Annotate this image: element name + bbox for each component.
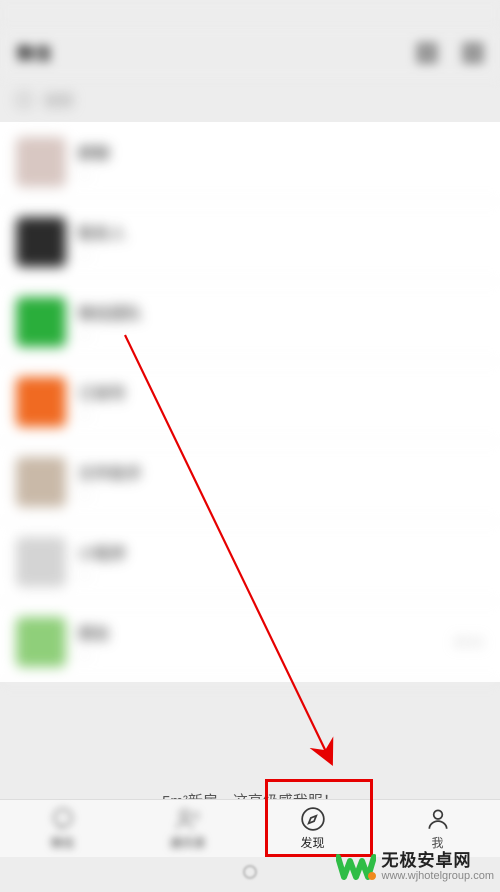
chat-text: 群聊 ··· [78, 140, 484, 183]
chat-list: 群聊 ··· 联系人 ··· 微信团队 ··· 订阅号 ··· 文件助手 ··· 小程序 ··· 朋友 ·… [0, 122, 500, 682]
chat-sub: ··· [78, 488, 484, 503]
tab-contacts-label: 通讯录 [169, 834, 205, 851]
chat-item[interactable]: 订阅号 ··· [0, 362, 500, 442]
chat-name: 联系人 [78, 220, 484, 244]
chat-item[interactable]: 小程序 ··· [0, 522, 500, 602]
chat-item[interactable]: 朋友 ···20:21 [0, 602, 500, 682]
chat-text: 订阅号 ··· [78, 380, 484, 423]
avatar [16, 457, 66, 507]
avatar [16, 137, 66, 187]
chat-sub: ··· [78, 408, 484, 423]
search-placeholder: 搜索 [44, 90, 74, 111]
chat-sub: ··· [78, 248, 484, 263]
android-nav-indicator [243, 865, 257, 879]
add-icon[interactable] [462, 42, 484, 64]
header-actions [416, 42, 484, 64]
avatar [16, 377, 66, 427]
chat-item[interactable]: 文件助手 ··· [0, 442, 500, 522]
chat-name: 朋友 [78, 620, 454, 644]
chat-icon [50, 806, 76, 832]
chat-sub: ··· [78, 568, 484, 583]
tab-chat[interactable]: 微信 [0, 800, 125, 857]
chat-item[interactable]: 微信团队 ··· [0, 282, 500, 362]
search-icon [16, 92, 32, 108]
watermark-url: www.wjhotelgroup.com [382, 870, 495, 882]
chat-text: 微信团队 ··· [78, 300, 484, 343]
search-bar[interactable]: 搜索 [0, 78, 500, 122]
watermark-title: 无极安卓网 [382, 852, 495, 871]
chat-text: 文件助手 ··· [78, 460, 484, 503]
person-icon [425, 806, 451, 832]
chat-name: 订阅号 [78, 380, 484, 404]
chat-name: 文件助手 [78, 460, 484, 484]
chat-time: 20:21 [454, 635, 484, 649]
tab-discover-label: 发现 [300, 834, 324, 851]
chat-text: 朋友 ··· [78, 620, 454, 663]
chat-name: 小程序 [78, 540, 484, 564]
avatar [16, 217, 66, 267]
contacts-icon [175, 806, 201, 832]
tab-contacts[interactable]: 通讯录 [125, 800, 250, 857]
status-bar [0, 0, 500, 28]
header-title: 微信 [16, 40, 52, 66]
watermark-logo [336, 847, 376, 887]
watermark: 无极安卓网 www.wjhotelgroup.com [336, 847, 495, 887]
chat-sub: ··· [78, 648, 454, 663]
app-header: 微信 [0, 28, 500, 78]
avatar [16, 617, 66, 667]
search-icon[interactable] [416, 42, 438, 64]
avatar [16, 537, 66, 587]
compass-icon [300, 806, 326, 832]
chat-item[interactable]: 群聊 ··· [0, 122, 500, 202]
chat-sub: ··· [78, 168, 484, 183]
chat-sub: ··· [78, 328, 484, 343]
tab-chat-label: 微信 [50, 834, 74, 851]
chat-item[interactable]: 联系人 ··· [0, 202, 500, 282]
chat-text: 小程序 ··· [78, 540, 484, 583]
avatar [16, 297, 66, 347]
chat-name: 微信团队 [78, 300, 484, 324]
chat-name: 群聊 [78, 140, 484, 164]
chat-text: 联系人 ··· [78, 220, 484, 263]
